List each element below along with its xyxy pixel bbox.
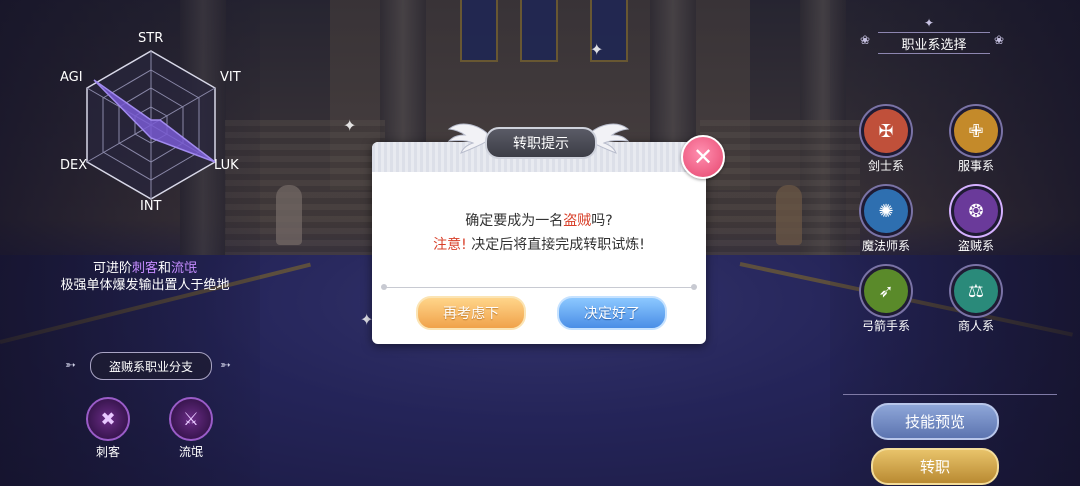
crown-ornament-icon: ✦ bbox=[924, 16, 935, 30]
game-screen: STR VIT LUK INT DEX AGI 可进阶刺客和流氓 极强单体爆发输… bbox=[0, 0, 1080, 486]
advance-desc: 极强单体爆发输出置人于绝地 bbox=[60, 278, 230, 293]
divider-dot bbox=[691, 284, 697, 290]
advance-job-rogue: 流氓 bbox=[171, 261, 198, 276]
branch-rogue[interactable]: ⚔ 流氓 bbox=[161, 397, 221, 460]
dialog-message: 确定要成为一名盗贼吗? bbox=[372, 210, 706, 230]
close-button[interactable]: ✕ bbox=[681, 135, 725, 179]
panel-divider bbox=[843, 394, 1057, 395]
reconsider-button[interactable]: 再考虑下 bbox=[416, 296, 526, 330]
divider-dot bbox=[381, 284, 387, 290]
class-acolyte-label: 服事系 bbox=[957, 159, 994, 173]
close-icon: ✕ bbox=[692, 143, 714, 171]
class-panel-title: 职业系选择 bbox=[878, 32, 990, 54]
advance-job-assassin: 刺客 bbox=[131, 261, 158, 276]
wing-left-icon: ❀ bbox=[860, 33, 871, 47]
stat-int-label: INT bbox=[140, 199, 162, 214]
branch-assassin[interactable]: ✖ 刺客 bbox=[78, 397, 138, 460]
wing-left-icon bbox=[447, 123, 487, 154]
dialog-warning: 注意! 决定后将直接完成转职试炼! bbox=[372, 234, 706, 254]
sparkle-icon: ✦ bbox=[343, 116, 357, 135]
dialog-divider bbox=[384, 287, 694, 288]
advance-description: 可进阶刺客和流氓 极强单体爆发输出置人于绝地 bbox=[30, 260, 260, 294]
class-mage-label: 魔法师系 bbox=[861, 239, 910, 253]
magic-icon: ✺ bbox=[861, 186, 911, 236]
class-swordsman[interactable]: ✠ 剑士系 bbox=[851, 106, 921, 174]
class-select-title: ✦ ❀ 职业系选择 ❀ bbox=[860, 16, 1008, 56]
rogue-dagger-icon: ⚔ bbox=[169, 397, 213, 441]
advance-and: 和 bbox=[158, 261, 172, 276]
cross-icon: ✙ bbox=[951, 106, 1001, 156]
msg-suffix: 吗? bbox=[591, 213, 613, 229]
warning-label: 注意! bbox=[433, 237, 467, 253]
class-thief[interactable]: ❂ 盗贼系 bbox=[941, 186, 1011, 254]
bow-icon: ➶ bbox=[861, 266, 911, 316]
change-job-button[interactable]: 转职 bbox=[871, 448, 999, 485]
wing-right-icon: ➳ bbox=[220, 358, 231, 373]
thief-mask-icon: ❂ bbox=[951, 186, 1001, 236]
confirm-button[interactable]: 决定好了 bbox=[557, 296, 667, 330]
sword-icon: ✠ bbox=[861, 106, 911, 156]
assassin-icon: ✖ bbox=[86, 397, 130, 441]
wing-left-icon: ➳ bbox=[65, 358, 76, 373]
msg-prefix: 确定要成为一名 bbox=[465, 213, 564, 229]
dialog-title: 转职提示 bbox=[485, 127, 597, 159]
stat-luk-label: LUK bbox=[214, 158, 239, 173]
msg-job: 盗贼 bbox=[563, 213, 592, 229]
class-archer-label: 弓箭手系 bbox=[861, 319, 910, 333]
stat-dex-label: DEX bbox=[60, 158, 87, 173]
warning-text: 决定后将直接完成转职试炼! bbox=[471, 237, 645, 253]
class-merchant[interactable]: ⚖ 商人系 bbox=[941, 266, 1011, 334]
stat-agi-label: AGI bbox=[60, 70, 83, 85]
sparkle-icon: ✦ bbox=[590, 40, 604, 59]
class-merchant-label: 商人系 bbox=[957, 319, 994, 333]
branch-assassin-label: 刺客 bbox=[95, 445, 120, 459]
merchant-icon: ⚖ bbox=[951, 266, 1001, 316]
branch-title: 盗贼系职业分支 bbox=[90, 352, 212, 380]
branch-header: ➳ 盗贼系职业分支 ➳ bbox=[60, 350, 240, 380]
skill-preview-button[interactable]: 技能预览 bbox=[871, 403, 999, 440]
class-acolyte[interactable]: ✙ 服事系 bbox=[941, 106, 1011, 174]
advance-prefix: 可进阶 bbox=[92, 261, 132, 276]
wing-right-icon: ❀ bbox=[994, 33, 1005, 47]
stat-radar-chart: STR VIT LUK INT DEX AGI bbox=[60, 31, 241, 214]
branch-rogue-label: 流氓 bbox=[178, 445, 203, 459]
class-swordsman-label: 剑士系 bbox=[867, 159, 904, 173]
class-mage[interactable]: ✺ 魔法师系 bbox=[851, 186, 921, 254]
stat-str-label: STR bbox=[138, 31, 163, 46]
stat-vit-label: VIT bbox=[220, 70, 241, 85]
class-archer[interactable]: ➶ 弓箭手系 bbox=[851, 266, 921, 334]
class-thief-label: 盗贼系 bbox=[957, 239, 994, 253]
